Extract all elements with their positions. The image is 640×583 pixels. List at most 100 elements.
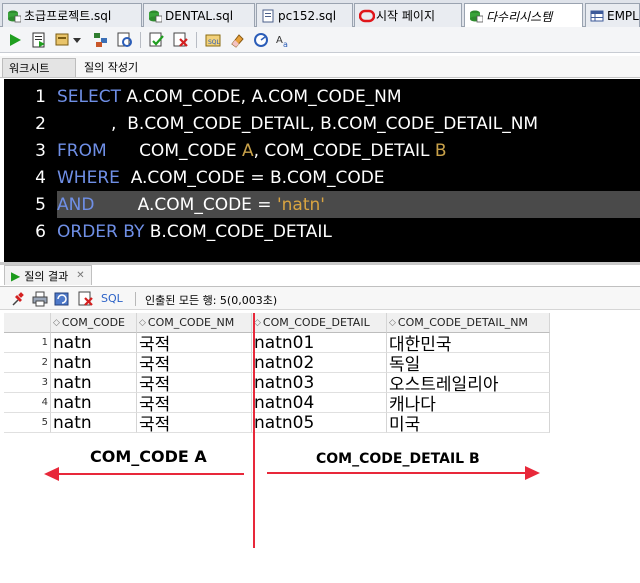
table-cell[interactable]: 대한민국	[387, 333, 550, 353]
autotrace-button[interactable]	[54, 31, 72, 49]
result-toolbar: SQL 인출된 모든 행: 5(0,003초)	[0, 286, 640, 310]
table-cell[interactable]: 독일	[387, 353, 550, 373]
sql-text: , COM_CODE_DETAIL	[253, 140, 435, 161]
table-cell[interactable]: 국적	[137, 393, 252, 413]
row-number[interactable]: 4	[4, 393, 51, 413]
table-cell[interactable]: 국적	[137, 413, 252, 433]
tab-empl[interactable]: EMPL	[585, 3, 640, 27]
code-line[interactable]: SELECT A.COM_CODE, A.COM_CODE_NM	[57, 83, 640, 110]
column-header[interactable]: ◇ COM_CODE	[51, 313, 137, 333]
code-line-current[interactable]: AND A.COM_CODE = 'natn'	[57, 191, 640, 218]
table-cell[interactable]: natn	[51, 393, 137, 413]
explain-plan-button[interactable]	[92, 31, 110, 49]
line-number: 1	[35, 86, 46, 107]
sql-link[interactable]: SQL	[101, 292, 123, 305]
table-cell[interactable]: 미국	[387, 413, 550, 433]
table-cell[interactable]: natn05	[252, 413, 387, 433]
sql-text: A.COM_CODE = B.COM_CODE	[119, 167, 385, 188]
annotation-label-right: COM_CODE_DETAIL B	[316, 451, 480, 467]
table-cell[interactable]: 오스트레일리아	[387, 373, 550, 393]
toolbar-separator	[140, 32, 141, 48]
table-cell[interactable]: natn	[51, 353, 137, 373]
sql-keyword: FROM	[57, 140, 107, 161]
refresh-button[interactable]	[54, 291, 70, 307]
line-number: 3	[35, 140, 46, 161]
annotation-arrow-left	[58, 473, 244, 475]
autotrace-dropdown[interactable]	[72, 31, 82, 49]
code-line[interactable]: ORDER BY B.COM_CODE_DETAIL	[57, 218, 640, 245]
sql-tuning-button[interactable]	[116, 31, 134, 49]
table-cell[interactable]: natn	[51, 413, 137, 433]
row-number[interactable]: 5	[4, 413, 51, 433]
text-format-icon: Aa	[276, 35, 288, 48]
sort-icon: ◇	[254, 317, 261, 328]
monitor-icon	[254, 33, 268, 47]
sql-keyword: AND	[57, 194, 95, 215]
run-script-button[interactable]	[30, 31, 48, 49]
line-number: 4	[35, 167, 46, 188]
tab-beginner-project[interactable]: 초급프로젝트.sql	[2, 3, 142, 27]
row-number[interactable]: 2	[4, 353, 51, 373]
run-statement-button[interactable]	[6, 31, 24, 49]
code-line[interactable]: WHERE A.COM_CODE = B.COM_CODE	[57, 164, 640, 191]
explain-plan-icon	[94, 33, 107, 47]
code-line[interactable]: FROM COM_CODE A, COM_CODE_DETAIL B	[57, 137, 640, 164]
tab-dental[interactable]: DENTAL.sql	[143, 3, 255, 27]
print-button[interactable]	[32, 291, 48, 307]
row-number-header	[4, 313, 51, 333]
table-cell[interactable]: 캐나다	[387, 393, 550, 413]
line-number-partial	[4, 245, 54, 262]
pin-icon	[12, 292, 24, 306]
tab-worksheet[interactable]: 워크시트	[2, 58, 76, 77]
table-cell[interactable]: natn	[51, 373, 137, 393]
column-header[interactable]: ◇ COM_CODE_NM	[137, 313, 252, 333]
sql-history-icon: SQL	[205, 34, 221, 47]
commit-button[interactable]	[148, 31, 166, 49]
sql-editor[interactable]: 1 2 3 4 5 6 SELECT A.COM_CODE, A.COM_COD…	[4, 79, 640, 262]
format-button[interactable]: Aa	[274, 31, 292, 49]
pin-button[interactable]	[10, 291, 26, 307]
table-cell[interactable]: natn	[51, 333, 137, 353]
tab-pc152[interactable]: pc152.sql	[256, 3, 353, 27]
sql-keyword: ORDER BY	[57, 221, 145, 242]
sql-keyword: SELECT	[57, 86, 121, 107]
code-line[interactable]: , B.COM_CODE_DETAIL, B.COM_CODE_DETAIL_N…	[57, 110, 640, 137]
cancel-query-button[interactable]	[78, 291, 94, 307]
row-number[interactable]: 1	[4, 333, 51, 353]
play-icon	[10, 34, 21, 46]
tab-query-result[interactable]: ▶ 질의 결과 ✕	[4, 265, 92, 285]
table-cell[interactable]: natn04	[252, 393, 387, 413]
tab-start-page[interactable]: 시작 페이지	[354, 3, 462, 27]
column-header[interactable]: ◇ COM_CODE_DETAIL	[252, 313, 387, 333]
tab-dasuri-system[interactable]: 다수리시스템	[464, 3, 583, 28]
close-icon[interactable]: ✕	[76, 270, 84, 281]
clear-button[interactable]	[228, 31, 246, 49]
table-cell[interactable]: 국적	[137, 333, 252, 353]
table-cell[interactable]: 국적	[137, 353, 252, 373]
row-number[interactable]: 3	[4, 373, 51, 393]
worksheet-toolbar: SQL Aa	[0, 27, 640, 53]
sql-tuning-icon	[117, 32, 132, 47]
print-icon	[32, 291, 48, 307]
tab-label: 시작 페이지	[376, 9, 436, 23]
column-header[interactable]: ◇ COM_CODE_DETAIL_NM	[387, 313, 550, 333]
sql-keyword: WHERE	[57, 167, 120, 188]
tab-query-builder[interactable]: 질의 작성기	[78, 58, 144, 77]
table-icon	[590, 9, 604, 23]
table-cell[interactable]: natn03	[252, 373, 387, 393]
annotation-label-left: COM_CODE A	[90, 447, 207, 466]
sql-db-icon	[148, 9, 163, 23]
tab-label: pc152.sql	[278, 8, 337, 23]
editor-result-splitter[interactable]	[0, 262, 640, 265]
line-number: 2	[35, 113, 46, 134]
table-cell[interactable]: natn02	[252, 353, 387, 373]
autotrace-icon	[55, 33, 69, 46]
sql-history-button[interactable]: SQL	[204, 31, 222, 49]
table-cell[interactable]: 국적	[137, 373, 252, 393]
monitor-sql-button[interactable]	[252, 31, 270, 49]
column-header-label: COM_CODE_NM	[147, 316, 235, 329]
table-cell[interactable]: natn01	[252, 333, 387, 353]
arrow-right-icon	[525, 466, 540, 480]
sql-text: A.COM_CODE, A.COM_CODE_NM	[121, 86, 402, 107]
rollback-button[interactable]	[172, 31, 190, 49]
